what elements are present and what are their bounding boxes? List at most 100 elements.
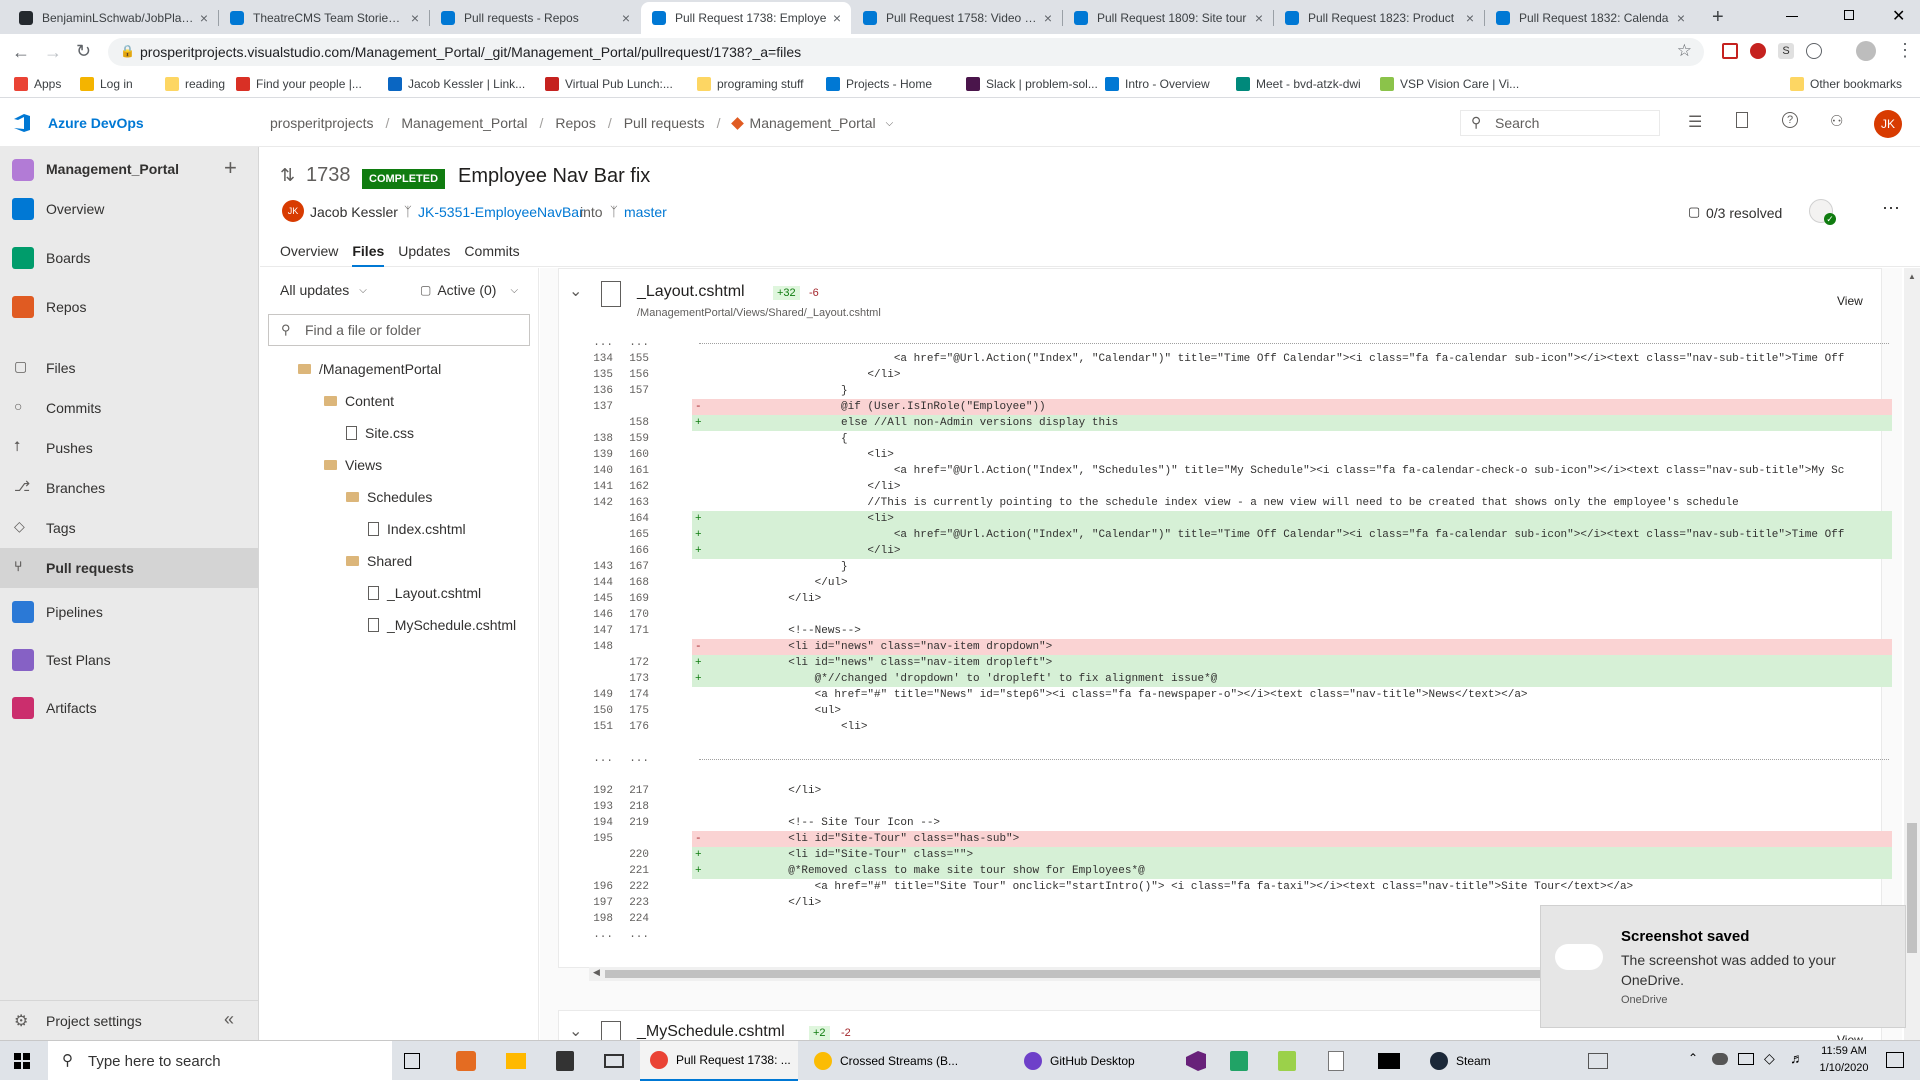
close-icon[interactable]: × bbox=[1044, 10, 1052, 26]
resolved-count[interactable]: 0/3 resolved bbox=[1706, 205, 1782, 221]
tree-file[interactable]: _Layout.cshtml bbox=[260, 577, 538, 609]
notepad-icon[interactable] bbox=[1328, 1051, 1344, 1071]
clock-time[interactable]: 11:59 AM bbox=[1814, 1045, 1874, 1057]
terminal-icon[interactable] bbox=[1378, 1053, 1400, 1069]
chevron-down-icon[interactable]: ⌵ bbox=[886, 118, 894, 129]
bookmark-item[interactable]: Slack | problem-sol... bbox=[966, 75, 1098, 93]
browser-tab[interactable]: BenjaminLSchwab/JobPlace × bbox=[8, 2, 218, 34]
onedrive-tray-icon[interactable] bbox=[1712, 1053, 1728, 1065]
repos-sub-item-pull-requests[interactable]: ⑂ Pull requests bbox=[0, 548, 258, 588]
breadcrumb-item[interactable]: Management_Portal bbox=[401, 115, 527, 131]
browser-tab[interactable]: Pull Request 1738: Employe × bbox=[641, 2, 851, 34]
comments-filter[interactable]: ▢ Active (0) ⌵ bbox=[420, 282, 518, 298]
taskbar-app[interactable]: GitHub Desktop bbox=[1014, 1041, 1164, 1081]
bookmark-item[interactable]: Jacob Kessler | Link... bbox=[388, 75, 525, 93]
diff-file-name[interactable]: _Layout.cshtml bbox=[637, 283, 745, 301]
repos-sub-item-tags[interactable]: ◇ Tags bbox=[0, 508, 258, 548]
bookmark-item[interactable]: reading bbox=[165, 75, 225, 93]
file-explorer-icon[interactable] bbox=[506, 1053, 526, 1069]
collapse-chevron-icon[interactable]: ⌄ bbox=[569, 1021, 582, 1041]
taskbar-app[interactable]: Crossed Streams (B... bbox=[804, 1041, 974, 1081]
clock-date[interactable]: 1/10/2020 bbox=[1814, 1062, 1874, 1074]
repos-sub-item-commits[interactable]: ○ Commits bbox=[0, 388, 258, 428]
reload-icon[interactable]: ↻ bbox=[76, 41, 91, 62]
browser-tab[interactable]: Pull Request 1758: Video Ba × bbox=[852, 2, 1062, 34]
project-settings[interactable]: ⚙ Project settings « bbox=[0, 1000, 258, 1040]
snip-tool-icon[interactable] bbox=[1588, 1053, 1608, 1069]
bookmark-item[interactable]: Meet - bvd-atzk-dwi bbox=[1236, 75, 1361, 93]
menu-kebab-icon[interactable]: ⋮ bbox=[1896, 40, 1914, 61]
bookmark-item[interactable]: programing stuff bbox=[697, 75, 804, 93]
bookmark-item[interactable]: VSP Vision Care | Vi... bbox=[1380, 75, 1519, 93]
tree-folder[interactable]: Schedules bbox=[260, 481, 538, 513]
nav-item-repos[interactable]: Repos bbox=[0, 287, 258, 327]
minimize-icon[interactable] bbox=[1786, 16, 1798, 17]
tab-overview[interactable]: Overview bbox=[280, 243, 338, 267]
app-icon[interactable] bbox=[1278, 1051, 1296, 1071]
breadcrumb-item[interactable]: prosperitprojects bbox=[270, 115, 374, 131]
close-icon[interactable]: × bbox=[622, 10, 630, 26]
address-bar[interactable]: 🔒 prosperitprojects.visualstudio.com/Man… bbox=[108, 38, 1704, 66]
breadcrumb-item[interactable]: Management_Portal bbox=[750, 115, 876, 131]
tab-commits[interactable]: Commits bbox=[464, 243, 519, 267]
scrollbar-thumb[interactable] bbox=[1907, 823, 1917, 953]
scroll-up-icon[interactable]: ▲ bbox=[1908, 272, 1916, 281]
close-icon[interactable]: × bbox=[833, 10, 841, 26]
nav-item-pipelines[interactable]: Pipelines bbox=[0, 592, 258, 632]
vertical-scrollbar[interactable]: ▲ bbox=[1904, 268, 1920, 1040]
close-icon[interactable]: × bbox=[1466, 10, 1474, 26]
help-icon[interactable]: ? bbox=[1782, 112, 1798, 128]
bookmark-item[interactable]: Virtual Pub Lunch:... bbox=[545, 75, 673, 93]
task-view-icon[interactable] bbox=[404, 1053, 420, 1069]
battery-icon[interactable] bbox=[1738, 1053, 1754, 1065]
collapse-chevron-icon[interactable]: ⌄ bbox=[569, 281, 582, 301]
breadcrumb-item[interactable]: Repos bbox=[555, 115, 595, 131]
close-icon[interactable]: × bbox=[411, 10, 419, 26]
close-icon[interactable]: × bbox=[1255, 10, 1263, 26]
browser-tab[interactable]: Pull Request 1809: Site tour × bbox=[1063, 2, 1273, 34]
repos-sub-item-files[interactable]: ▢ Files bbox=[0, 348, 258, 388]
nav-item-test-plans[interactable]: Test Plans bbox=[0, 640, 258, 680]
source-branch[interactable]: JK-5351-EmployeeNavBar bbox=[418, 204, 584, 220]
xampp-icon[interactable] bbox=[456, 1051, 476, 1071]
nav-item-overview[interactable]: Overview bbox=[0, 189, 258, 229]
taskbar-app[interactable]: Pull Request 1738: ... bbox=[640, 1041, 798, 1081]
list-icon[interactable]: ☰ bbox=[1688, 112, 1702, 132]
updates-filter[interactable]: All updates ⌵ bbox=[280, 282, 367, 298]
extension-icon[interactable] bbox=[1722, 43, 1738, 59]
add-icon[interactable]: + bbox=[224, 155, 237, 181]
scrollbar-thumb[interactable] bbox=[605, 970, 1555, 978]
repos-sub-item-branches[interactable]: ⎇ Branches bbox=[0, 468, 258, 508]
collapse-sidebar-icon[interactable]: « bbox=[224, 1009, 234, 1030]
mail-icon[interactable] bbox=[604, 1054, 624, 1068]
close-window-icon[interactable]: ✕ bbox=[1892, 6, 1905, 26]
author-name[interactable]: Jacob Kessler bbox=[310, 204, 398, 220]
extension-icon[interactable]: S bbox=[1778, 43, 1794, 59]
tree-folder[interactable]: Shared bbox=[260, 545, 538, 577]
taskbar-app[interactable]: Steam bbox=[1420, 1041, 1530, 1081]
browser-tab[interactable]: TheatreCMS Team Stories B × bbox=[219, 2, 429, 34]
bookmark-item[interactable]: Projects - Home bbox=[826, 75, 932, 93]
tree-folder[interactable]: /ManagementPortal bbox=[260, 353, 538, 385]
taskbar-search[interactable]: ⚲ Type here to search bbox=[48, 1041, 392, 1081]
repos-sub-item-pushes[interactable]: ⭡ Pushes bbox=[0, 428, 258, 468]
extension-icon[interactable] bbox=[1806, 43, 1822, 59]
project-header[interactable]: Management_Portal + bbox=[0, 147, 258, 191]
close-icon[interactable]: × bbox=[1677, 10, 1685, 26]
view-button[interactable]: View bbox=[1837, 294, 1863, 308]
other-bookmarks[interactable]: Other bookmarks bbox=[1790, 75, 1902, 93]
visual-studio-icon[interactable] bbox=[1186, 1051, 1206, 1071]
bookmark-item[interactable]: Find your people |... bbox=[236, 75, 362, 93]
nav-item-boards[interactable]: Boards bbox=[0, 238, 258, 278]
search-box[interactable]: ⚲ Search bbox=[1460, 110, 1660, 136]
restore-icon[interactable] bbox=[1844, 10, 1854, 20]
extension-icon[interactable] bbox=[1750, 43, 1766, 59]
nav-item-artifacts[interactable]: Artifacts bbox=[0, 688, 258, 728]
windows-start-icon[interactable] bbox=[14, 1053, 30, 1069]
back-arrow-icon[interactable]: ← bbox=[12, 42, 30, 63]
volume-icon[interactable]: ♬ bbox=[1790, 1050, 1804, 1066]
tree-file[interactable]: Index.cshtml bbox=[260, 513, 538, 545]
forward-arrow-icon[interactable]: → bbox=[44, 42, 62, 63]
tray-chevron-icon[interactable]: ⌃ bbox=[1688, 1051, 1698, 1065]
app-icon[interactable] bbox=[1230, 1051, 1248, 1071]
